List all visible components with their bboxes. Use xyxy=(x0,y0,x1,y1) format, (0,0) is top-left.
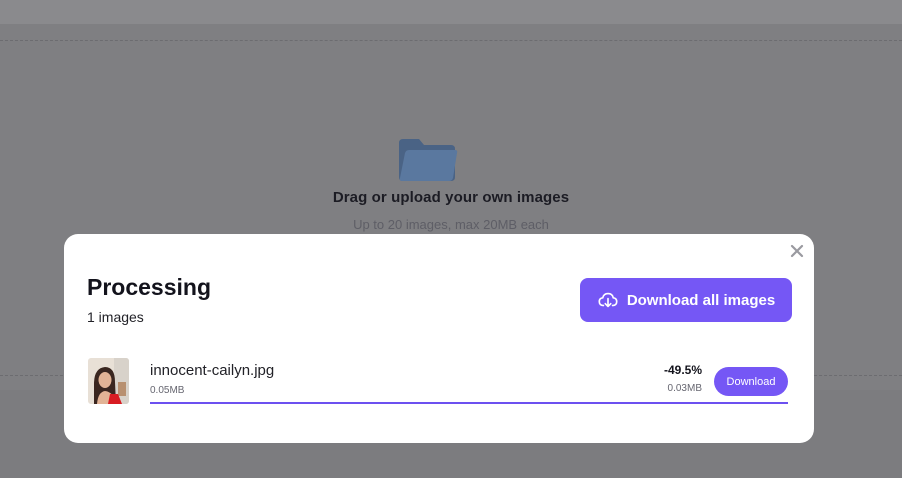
original-size: 0.05MB xyxy=(150,385,185,396)
image-thumbnail xyxy=(88,358,129,404)
file-row: innocent-cailyn.jpg 0.05MB -49.5% 0.03MB… xyxy=(88,358,790,406)
dropzone-title: Drag or upload your own images xyxy=(332,189,570,206)
progress-fill xyxy=(150,402,788,404)
image-count: 1 images xyxy=(87,309,144,325)
size-reduction: -49.5% xyxy=(663,363,702,377)
progress-bar xyxy=(150,402,788,404)
modal-title: Processing xyxy=(87,274,211,300)
download-button[interactable]: Download xyxy=(714,367,788,396)
download-all-button[interactable]: Download all images xyxy=(580,278,792,322)
top-bar xyxy=(0,0,902,24)
folder-icon xyxy=(399,139,458,181)
compressed-size: 0.03MB xyxy=(667,383,702,394)
download-all-label: Download all images xyxy=(626,291,776,309)
dropzone-subtitle: Up to 20 images, max 20MB each xyxy=(353,217,549,232)
processing-modal: Processing 1 images Download all images … xyxy=(64,234,814,443)
close-icon[interactable] xyxy=(788,242,806,260)
file-name: innocent-cailyn.jpg xyxy=(150,362,275,379)
cloud-download-icon xyxy=(598,292,618,308)
